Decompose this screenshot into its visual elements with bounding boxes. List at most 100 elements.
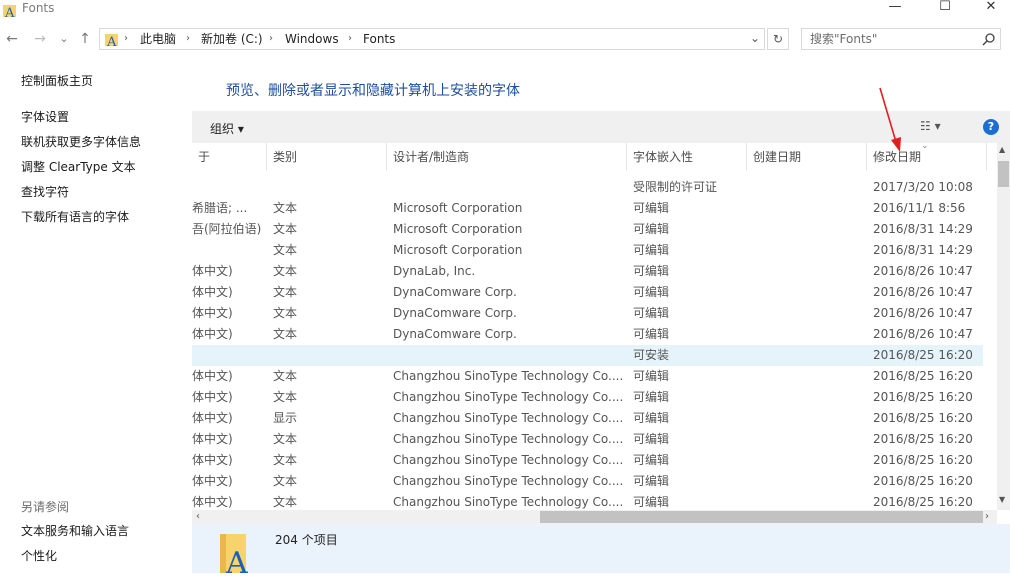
cell-category: 文本	[273, 432, 298, 446]
vertical-scroll-thumb[interactable]	[998, 161, 1009, 187]
address-dropdown-button[interactable]: ⌄	[750, 29, 760, 47]
svg-text:A: A	[4, 6, 15, 18]
cell-designer: DynaComware Corp.	[393, 285, 517, 299]
cell-category: 文本	[273, 243, 298, 257]
column-header-embeddability[interactable]: 字体嵌入性	[627, 143, 747, 171]
cell-embeddability: 可编辑	[633, 432, 670, 446]
cell-modified: 2016/8/25 16:20	[873, 369, 973, 383]
cell-embeddability: 受限制的许可证	[633, 180, 718, 194]
breadcrumb-this-pc[interactable]: 此电脑	[140, 29, 176, 49]
personalization-link[interactable]: 个性化	[21, 548, 57, 564]
back-button[interactable]: ←	[2, 29, 22, 49]
cell-embeddability: 可编辑	[633, 285, 670, 299]
cell-created	[753, 450, 868, 471]
cell-created	[753, 303, 868, 324]
cell-category	[273, 177, 383, 198]
search-input[interactable]: 搜索"Fonts"	[801, 28, 1001, 50]
font-row[interactable]: 体中文) 文本 Changzhou SinoType Technology Co..…	[192, 450, 983, 471]
refresh-button[interactable]: ↻	[767, 28, 789, 50]
view-options-button[interactable]: ☷ ▾	[920, 119, 941, 133]
horizontal-scrollbar[interactable]: ‹ ›	[192, 510, 997, 524]
control-panel-home-link[interactable]: 控制面板主页	[21, 73, 93, 89]
download-all-fonts-link[interactable]: 下载所有语言的字体	[21, 209, 129, 225]
font-row[interactable]: 受限制的许可证 2017/3/20 10:08	[192, 177, 983, 198]
cell-embeddability: 可编辑	[633, 411, 670, 425]
font-row[interactable]: 体中文) 文本 Changzhou SinoType Technology Co..…	[192, 429, 983, 450]
breadcrumb-separator[interactable]: ›	[269, 29, 273, 49]
font-row[interactable]: 体中文) 文本 Changzhou SinoType Technology Co..…	[192, 492, 983, 510]
font-row[interactable]: 文本 Microsoft Corporation 可编辑 2016/8/31 14:2…	[192, 240, 983, 261]
scroll-up-arrow-icon[interactable]: ▲	[999, 145, 1005, 154]
cell-language: 体中文)	[192, 432, 233, 446]
font-settings-link[interactable]: 字体设置	[21, 109, 69, 125]
font-row[interactable]: 体中文) 文本 Changzhou SinoType Technology Co..…	[192, 387, 983, 408]
cell-language: 体中文)	[192, 453, 233, 467]
svg-text:A: A	[106, 35, 117, 47]
fonts-folder-icon: A	[2, 2, 18, 21]
title-bar[interactable]: A Fonts — ☐ ✕	[0, 0, 1010, 26]
cell-language: 体中文)	[192, 390, 233, 404]
search-icon[interactable]	[982, 32, 996, 49]
breadcrumb-windows[interactable]: Windows	[285, 29, 339, 49]
font-row[interactable]: 体中文) 文本 Changzhou SinoType Technology Co..…	[192, 366, 983, 387]
cell-embeddability: 可编辑	[633, 327, 670, 341]
font-row[interactable]: 希腊语; ... 文本 Microsoft Corporation 可编辑 2016/1…	[192, 198, 983, 219]
cell-modified: 2016/8/26 10:47	[873, 264, 973, 278]
column-header-designer[interactable]: 设计者/制造商	[387, 143, 627, 171]
cell-embeddability: 可编辑	[633, 390, 670, 404]
help-icon[interactable]: ?	[983, 119, 999, 135]
cell-designer: DynaComware Corp.	[393, 327, 517, 341]
font-row[interactable]: 体中文) 文本 DynaComware Corp. 可编辑 2016/8/26 10:4…	[192, 303, 983, 324]
breadcrumb-separator[interactable]: ›	[186, 29, 190, 49]
get-more-font-info-link[interactable]: 联机获取更多字体信息	[21, 134, 141, 150]
font-row[interactable]: 体中文) 显示 Changzhou SinoType Technology Co..…	[192, 408, 983, 429]
font-row[interactable]: 可安装 2016/8/25 16:20	[192, 345, 983, 366]
scroll-down-arrow-icon[interactable]: ▼	[999, 495, 1005, 504]
cell-created	[753, 219, 868, 240]
cell-designer: Changzhou SinoType Technology Co....	[393, 495, 624, 509]
breadcrumb-drive-c[interactable]: 新加卷 (C:)	[201, 29, 263, 49]
cell-embeddability: 可编辑	[633, 201, 670, 215]
vertical-scrollbar[interactable]: ▲ ▼	[997, 143, 1010, 510]
cell-modified: 2016/8/31 14:29	[873, 222, 973, 236]
scroll-left-arrow-icon[interactable]: ‹	[196, 510, 200, 524]
recent-locations-button[interactable]: ⌄	[54, 29, 74, 49]
address-bar[interactable]: A › 此电脑 › 新加卷 (C:) › Windows › Fonts ⌄	[99, 28, 765, 50]
cell-language: 体中文)	[192, 369, 233, 383]
annotation-arrow-icon	[879, 87, 901, 152]
cell-modified: 2016/11/1 8:56	[873, 201, 966, 215]
adjust-cleartype-link[interactable]: 调整 ClearType 文本	[21, 159, 136, 175]
breadcrumb-separator[interactable]: ›	[124, 29, 128, 49]
breadcrumb-separator[interactable]: ›	[348, 29, 352, 49]
font-row[interactable]: 体中文) 文本 DynaComware Corp. 可编辑 2016/8/26 10:4…	[192, 282, 983, 303]
cell-category: 文本	[273, 495, 298, 509]
cell-designer: Microsoft Corporation	[393, 243, 523, 257]
column-header-created[interactable]: 创建日期	[747, 143, 867, 171]
find-character-link[interactable]: 查找字符	[21, 184, 69, 200]
cell-designer: DynaComware Corp.	[393, 306, 517, 320]
font-row[interactable]: 体中文) 文本 DynaComware Corp. 可编辑 2016/8/26 10:4…	[192, 324, 983, 345]
minimize-button[interactable]: —	[872, 0, 918, 16]
text-services-link[interactable]: 文本服务和输入语言	[21, 523, 129, 539]
cell-language: 希腊语; ...	[192, 201, 248, 215]
organize-menu-button[interactable]: 组织 ▾	[210, 120, 244, 137]
column-header-language[interactable]: 于	[192, 143, 267, 171]
cell-designer: DynaLab, Inc.	[393, 264, 476, 278]
close-button[interactable]: ✕	[968, 0, 1010, 16]
forward-button[interactable]: →	[30, 29, 50, 49]
scroll-right-arrow-icon[interactable]: ›	[985, 510, 989, 524]
cell-category: 显示	[273, 411, 298, 425]
maximize-button[interactable]: ☐	[922, 0, 968, 16]
cell-designer: Changzhou SinoType Technology Co....	[393, 411, 624, 425]
font-row[interactable]: 吾(阿拉伯语) 文本 Microsoft Corporation 可编辑 2016/8/…	[192, 219, 983, 240]
column-header-category[interactable]: 类别	[267, 143, 387, 171]
cell-modified: 2016/8/26 10:47	[873, 285, 973, 299]
up-button[interactable]: ↑	[75, 29, 95, 49]
breadcrumb-fonts[interactable]: Fonts	[363, 29, 395, 49]
horizontal-scroll-thumb[interactable]	[540, 511, 983, 523]
font-row[interactable]: 体中文) 文本 Changzhou SinoType Technology Co..…	[192, 471, 983, 492]
cell-created	[753, 429, 868, 450]
cell-language	[192, 345, 264, 366]
cell-created	[753, 471, 868, 492]
font-row[interactable]: 体中文) 文本 DynaLab, Inc. 可编辑 2016/8/26 10:47	[192, 261, 983, 282]
